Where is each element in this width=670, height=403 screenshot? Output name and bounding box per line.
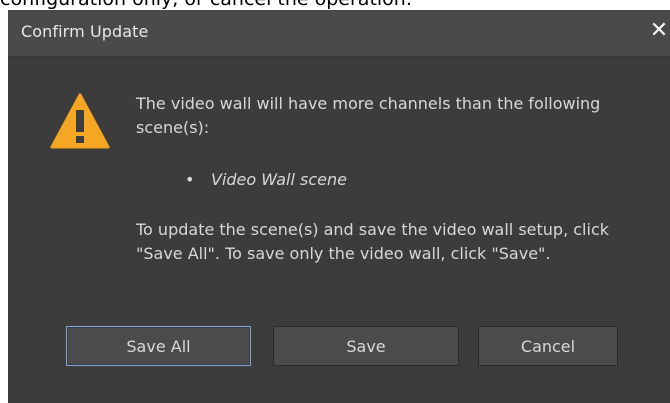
dialog-titlebar: Confirm Update ✕ bbox=[8, 10, 670, 57]
scene-name: Video Wall scene bbox=[211, 170, 347, 189]
save-all-button[interactable]: Save All bbox=[66, 326, 251, 366]
warning-icon bbox=[50, 93, 110, 149]
save-button[interactable]: Save bbox=[273, 326, 459, 366]
close-icon[interactable]: ✕ bbox=[648, 14, 670, 48]
bullet-icon: • bbox=[185, 170, 195, 189]
background-document-text: configuration only, or cancel the operat… bbox=[0, 0, 670, 10]
dialog-message-1: The video wall will have more channels t… bbox=[136, 94, 601, 137]
dialog-title: Confirm Update bbox=[21, 22, 149, 41]
confirm-update-dialog: Confirm Update ✕ The video wall will hav… bbox=[8, 10, 670, 403]
scene-list-item: • Video Wall scene bbox=[185, 168, 347, 192]
cancel-button[interactable]: Cancel bbox=[478, 326, 618, 366]
dialog-message-2: To update the scene(s) and save the vide… bbox=[136, 220, 609, 263]
